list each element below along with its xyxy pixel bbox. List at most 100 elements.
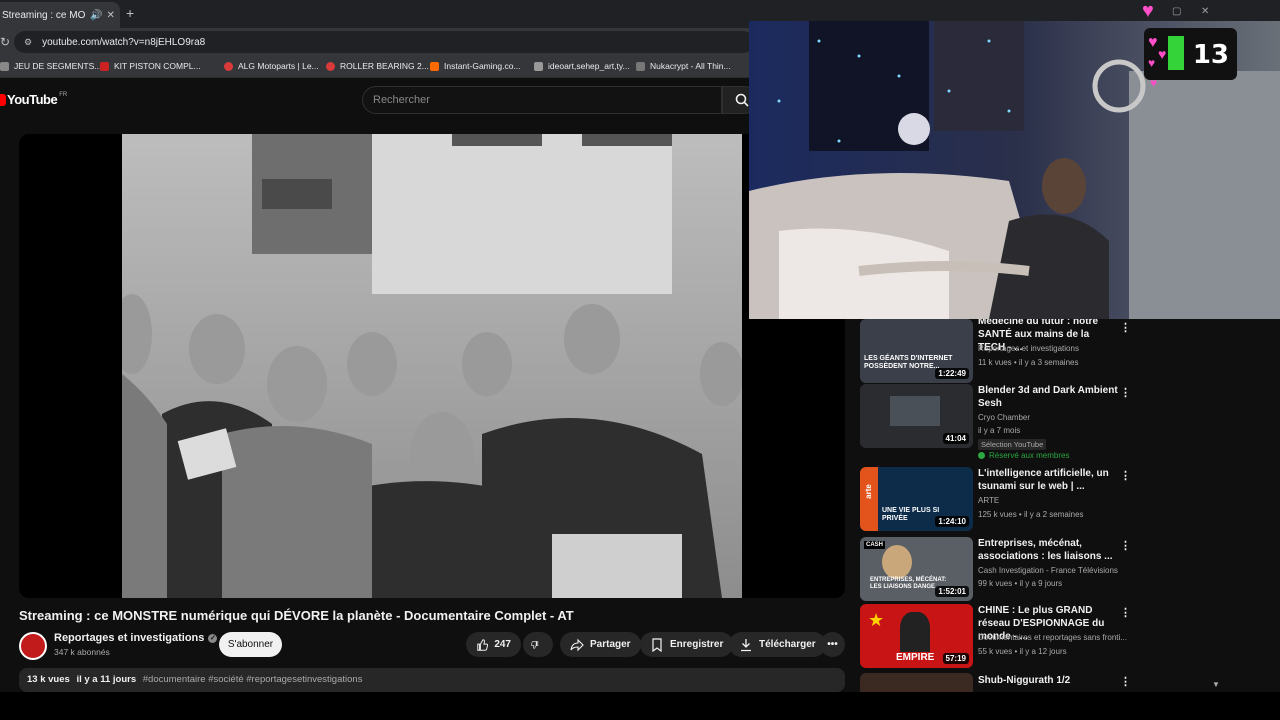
like-button[interactable]: 247 [466, 632, 521, 657]
video-player[interactable] [19, 134, 845, 598]
recommendation-title[interactable]: L'intelligence artificielle, un tsunami … [978, 467, 1118, 493]
heart-icon: ♥ [1142, 0, 1154, 22]
bookmark-favicon [636, 61, 645, 71]
recommendation-item[interactable]: arte UNE VIE PLUS SI PRIVÉE 1:24:10 L'in… [860, 467, 1225, 531]
viewer-counter: ♥ ♥ ♥ 13 [1144, 28, 1237, 80]
star-icon: ★ [868, 610, 885, 630]
members-only-label: Réservé aux membres [978, 451, 1069, 460]
recommendation-item[interactable]: ★ EMPIRE 57:19 CHINE : Le plus GRAND rés… [860, 604, 1225, 668]
bookmark-icon [652, 637, 662, 652]
bookmark-item[interactable]: Nukacrypt - All Thin... [636, 61, 731, 71]
browser-tab-active[interactable]: Streaming : ce MONSTRE 🔊 ✕ [0, 2, 120, 28]
youtube-logo[interactable]: YouTube FR [0, 92, 67, 107]
close-window-icon[interactable]: ✕ [1201, 6, 1209, 17]
bookmark-favicon [0, 61, 9, 71]
video-thumbnail[interactable]: 41:04 [860, 384, 973, 448]
arte-logo-band [860, 467, 878, 531]
recommendation-meta: 125 k vues • il y a 2 semaines [978, 510, 1084, 519]
video-thumbnail[interactable]: arte UNE VIE PLUS SI PRIVÉE 1:24:10 [860, 467, 973, 531]
recommendation-item[interactable]: Shub-Niggurath 1/2 ⋮ [860, 673, 1225, 692]
recommendation-item[interactable]: CASH ENTREPRISES, MÉCÉNAT: LES LIAISONS … [860, 537, 1225, 601]
recommendation-meta: 99 k vues • il y a 9 jours [978, 579, 1063, 588]
omnibox[interactable]: ⚙ youtube.com/watch?v=n8jEHLO9ra8 [14, 31, 754, 53]
view-count: 13 k vues [27, 674, 70, 685]
video-thumbnail[interactable]: CASH ENTREPRISES, MÉCÉNAT: LES LIAISONS … [860, 537, 973, 601]
bookmark-favicon [326, 61, 335, 71]
site-settings-icon[interactable]: ⚙ [24, 37, 32, 48]
heart-icon: ♥ [1148, 56, 1156, 70]
bookmark-favicon [534, 61, 543, 71]
recommendation-channel[interactable]: Reportages et investigations [978, 344, 1079, 353]
speaker-icon[interactable]: 🔊 [90, 10, 102, 21]
more-vert-icon[interactable]: ⋮ [1120, 386, 1131, 399]
heart-icon: ♥ [1158, 46, 1167, 62]
bookmark-item[interactable]: JEU DE SEGMENTS... [0, 61, 101, 71]
screen: Streaming : ce MONSTRE 🔊 ✕ + ▢ ✕ ↻ ⚙ you… [0, 0, 1280, 720]
selection-badge: Sélection YouTube [978, 439, 1047, 450]
description-box[interactable]: 13 k vues il y a 11 jours #documentaire … [19, 668, 845, 692]
dislike-button[interactable] [523, 632, 553, 657]
video-thumbnail[interactable]: ★ EMPIRE 57:19 [860, 604, 973, 668]
new-tab-button[interactable]: + [126, 5, 134, 21]
thumbnail-face [882, 545, 912, 579]
search-input[interactable]: Rechercher [362, 86, 722, 114]
maximize-icon[interactable]: ▢ [1172, 6, 1181, 17]
more-vert-icon[interactable]: ⋮ [1120, 606, 1131, 619]
bookmark-item[interactable]: ALG Motoparts | Le... [224, 61, 319, 71]
channel-avatar[interactable] [19, 632, 47, 660]
recommendation-channel[interactable]: Documentaires et reportages sans fronti.… [978, 633, 1127, 642]
screen-bottom-bar [0, 692, 1280, 720]
recommendation-meta: 11 k vues • il y a 3 semaines [978, 358, 1079, 367]
download-icon [741, 638, 751, 651]
bookmark-item[interactable]: KIT PISTON COMPL... [100, 61, 201, 71]
more-vert-icon[interactable]: ⋮ [1120, 539, 1131, 552]
thumbs-down-icon [531, 640, 539, 649]
save-button[interactable]: Enregistrer [640, 632, 734, 657]
members-icon [978, 452, 985, 459]
more-vert-icon[interactable]: ⋮ [1120, 675, 1131, 688]
recommendation-channel[interactable]: Cryo Chamber [978, 413, 1030, 422]
search-icon [735, 93, 749, 107]
scroll-down-icon[interactable]: ▼ [1212, 680, 1220, 689]
more-vert-icon[interactable]: ⋮ [1120, 321, 1131, 334]
recommendation-channel[interactable]: ARTE [978, 496, 999, 505]
reload-icon[interactable]: ↻ [0, 35, 10, 49]
subscriber-count: 347 k abonnés [54, 647, 110, 657]
verified-icon: ✓ [208, 633, 218, 643]
bookmark-item[interactable]: Instant-Gaming.co... [430, 61, 521, 71]
url-text: youtube.com/watch?v=n8jEHLO9ra8 [42, 36, 206, 48]
green-block-icon [1168, 36, 1184, 70]
recommendation-channel[interactable]: Cash Investigation - France Télévisions [978, 566, 1118, 575]
bookmark-favicon [224, 61, 233, 71]
close-tab-icon[interactable]: ✕ [106, 10, 114, 21]
thumbs-up-icon [477, 638, 489, 651]
video-thumbnail[interactable] [860, 673, 973, 692]
thumbnail-graphic [890, 396, 940, 426]
video-title: Streaming : ce MONSTRE numérique qui DÉV… [19, 608, 574, 623]
youtube-play-icon [0, 93, 6, 106]
video-duration: 57:19 [942, 653, 969, 664]
heart-icon: ♥ [1150, 76, 1158, 90]
video-duration: 1:22:49 [935, 368, 969, 379]
download-button[interactable]: Télécharger [729, 632, 826, 657]
channel-name[interactable]: Reportages et investigations ✓ [54, 632, 218, 644]
hashtags[interactable]: #documentaire #société #reportagesetinve… [143, 674, 363, 685]
more-vert-icon[interactable]: ⋮ [1120, 469, 1131, 482]
recommendation-meta: 55 k vues • il y a 12 jours [978, 647, 1067, 656]
subscribe-button[interactable]: S'abonner [219, 632, 282, 657]
more-actions-button[interactable]: ••• [820, 632, 845, 657]
recommendation-title[interactable]: Shub-Niggurath 1/2 [978, 674, 1118, 687]
bookmark-item[interactable]: ideoart,sehep_art,ty... [534, 61, 630, 71]
thumbnail-portrait [900, 612, 930, 652]
video-thumbnail[interactable]: LES GÉANTS D'INTERNET POSSÈDENT NOTRE...… [860, 319, 973, 383]
video-duration: 1:52:01 [935, 586, 969, 597]
recommendation-item[interactable]: 41:04 Blender 3d and Dark Ambient Sesh C… [860, 384, 1225, 460]
recommendation-meta: il y a 7 mois [978, 426, 1021, 435]
share-button[interactable]: Partager [560, 632, 641, 657]
recommendation-title[interactable]: Entreprises, mécénat, associations : les… [978, 537, 1118, 563]
recommendation-title[interactable]: Blender 3d and Dark Ambient Sesh [978, 384, 1118, 410]
upload-date: il y a 11 jours [76, 674, 137, 685]
recommendation-item[interactable]: LES GÉANTS D'INTERNET POSSÈDENT NOTRE...… [860, 316, 1225, 383]
bookmark-item[interactable]: ROLLER BEARING 2... [326, 61, 429, 71]
bookmark-favicon [430, 61, 439, 71]
